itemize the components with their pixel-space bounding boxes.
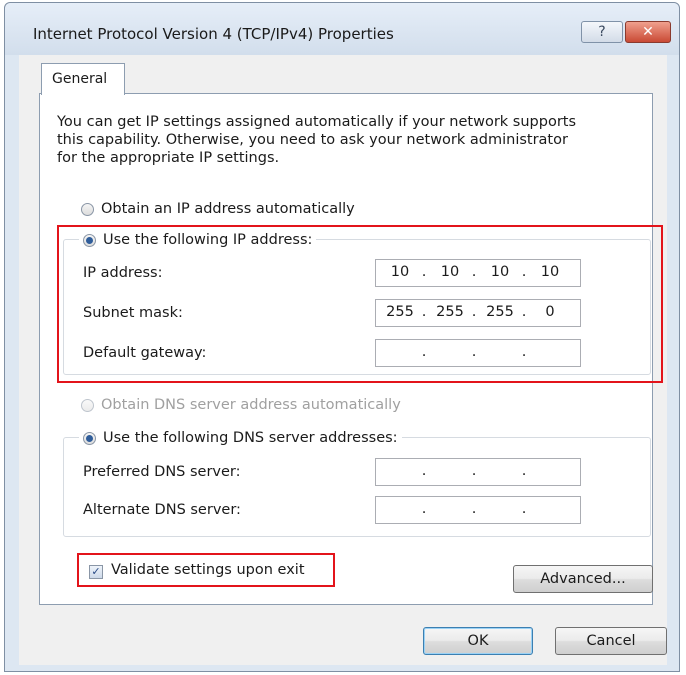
preferred-dns-input[interactable]: . . . [375,458,581,486]
validate-highlight [77,553,335,587]
obtain-dns-auto-option[interactable]: Obtain DNS server address automatically [81,395,401,415]
ipv4-properties-dialog: Internet Protocol Version 4 (TCP/IPv4) P… [4,2,680,672]
cancel-button[interactable]: Cancel [555,627,667,655]
obtain-dns-auto-radio[interactable] [81,398,94,412]
obtain-dns-auto-label: Obtain DNS server address automatically [101,397,401,413]
obtain-ip-auto-radio[interactable] [81,202,94,216]
obtain-ip-auto-option[interactable]: Obtain an IP address automatically [81,199,355,219]
close-button[interactable]: ✕ [625,21,671,43]
use-following-dns-radio[interactable] [83,431,96,445]
use-following-dns-option[interactable]: Use the following DNS server addresses: [79,428,402,448]
window-title: Internet Protocol Version 4 (TCP/IPv4) P… [33,25,394,43]
help-button[interactable]: ? [581,21,623,43]
ok-button[interactable]: OK [423,627,533,655]
obtain-ip-auto-label: Obtain an IP address automatically [101,201,355,217]
alternate-dns-input[interactable]: . . . [375,496,581,524]
dialog-client-area: General You can get IP settings assigned… [19,55,667,665]
info-text: You can get IP settings assigned automat… [57,114,577,166]
preferred-dns-label: Preferred DNS server: [83,464,241,480]
advanced-button[interactable]: Advanced... [513,565,653,593]
alternate-dns-label: Alternate DNS server: [83,502,241,518]
help-icon: ? [598,24,606,40]
close-icon: ✕ [642,24,654,40]
tab-general[interactable]: General [41,63,125,95]
ip-settings-highlight [57,225,663,383]
use-following-dns-label: Use the following DNS server addresses: [103,430,398,446]
title-bar[interactable]: Internet Protocol Version 4 (TCP/IPv4) P… [5,3,679,55]
